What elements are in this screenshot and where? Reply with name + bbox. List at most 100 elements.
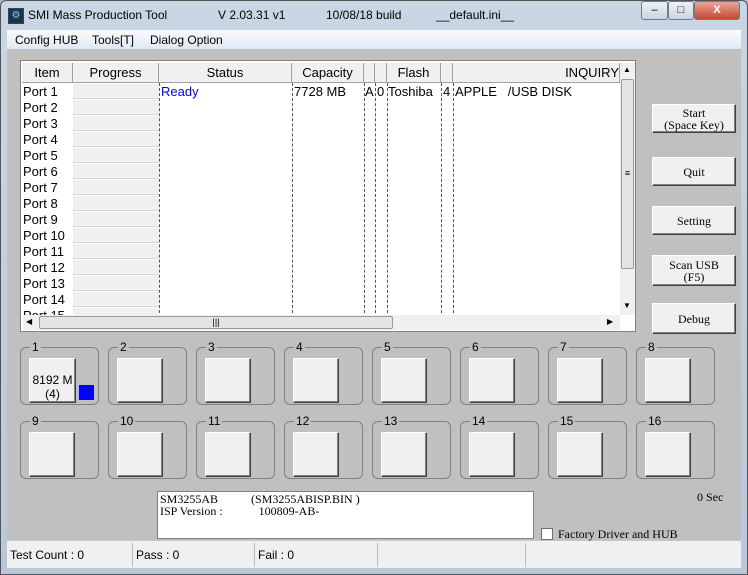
close-button[interactable]: X [694, 1, 740, 20]
port-button[interactable] [29, 432, 75, 477]
port-button[interactable] [557, 358, 603, 403]
progress-bar [73, 116, 159, 131]
scroll-left-icon[interactable]: ◀ [26, 317, 32, 326]
menu-tools[interactable]: Tools[T] [92, 33, 134, 47]
port-group-label: 14 [470, 414, 488, 428]
debug-button[interactable]: Debug [652, 303, 736, 334]
scroll-down-icon[interactable]: ▼ [623, 301, 631, 310]
port-group-10: 10 [108, 414, 187, 479]
header-col6[interactable] [375, 63, 387, 83]
start-label: Start [682, 105, 706, 120]
port-row-label[interactable]: Port 1 [23, 84, 58, 100]
progress-bar [73, 244, 159, 259]
progress-bar [73, 180, 159, 195]
quit-button[interactable]: Quit [652, 157, 736, 186]
header-capacity[interactable]: Capacity [292, 63, 364, 83]
port1-status-indicator [79, 385, 94, 400]
menu-config-hub[interactable]: Config HUB [15, 33, 78, 47]
port-row-label[interactable]: Port 13 [23, 276, 65, 292]
port-button[interactable]: 8192 M (4) [29, 358, 76, 403]
progress-bar [73, 84, 159, 99]
port-button[interactable] [381, 358, 427, 403]
port-list[interactable]: Item Progress Status Capacity Flash INQU… [20, 60, 636, 332]
start-button[interactable]: Start (Space Key) [652, 104, 736, 133]
scroll-right-icon[interactable]: ▶ [607, 317, 613, 326]
port-button[interactable] [117, 432, 163, 477]
port1-col5: A [365, 84, 374, 99]
scroll-up-icon[interactable]: ▲ [623, 65, 631, 74]
port-row-label[interactable]: Port 8 [23, 196, 58, 212]
header-inquiry[interactable]: INQUIRY [453, 63, 620, 83]
progress-bar [73, 196, 159, 211]
port-button[interactable] [205, 358, 251, 403]
port1-count: (4) [45, 387, 60, 401]
header-col8[interactable] [441, 63, 453, 83]
port-row-label[interactable]: Port 9 [23, 212, 58, 228]
progress-bar [73, 228, 159, 243]
port-row-label[interactable]: Port 6 [23, 164, 58, 180]
progress-bar [73, 276, 159, 291]
port-row-label[interactable]: Port 5 [23, 148, 58, 164]
port-row-label[interactable]: Port 3 [23, 116, 58, 132]
port-group-label: 12 [294, 414, 312, 428]
port-group-1: 1 8192 M (4) [20, 340, 99, 405]
port1-flash: Toshiba [388, 84, 433, 99]
port-button[interactable] [381, 432, 427, 477]
port-group-label: 2 [118, 340, 129, 354]
scan-shortcut: (F5) [683, 269, 705, 284]
progress-bar [73, 260, 159, 275]
progress-bar [73, 164, 159, 179]
port-button[interactable] [645, 432, 691, 477]
hscroll-thumb[interactable]: ||| [39, 316, 393, 329]
port1-inquiry: APPLE /USB DISK [455, 84, 573, 99]
port-row-label[interactable]: Port 14 [23, 292, 65, 308]
scroll-thumb[interactable]: ≡ [621, 79, 634, 269]
minimize-button[interactable]: – [641, 1, 668, 20]
factory-driver-checkbox[interactable] [541, 528, 553, 540]
port-group-14: 14 [460, 414, 539, 479]
scan-usb-button[interactable]: Scan USB (F5) [652, 255, 736, 286]
pass-count: Pass : 0 [133, 543, 255, 567]
port-group-label: 8 [646, 340, 657, 354]
port-group-label: 11 [206, 414, 223, 428]
menu-dialog-option[interactable]: Dialog Option [150, 33, 223, 47]
port-button[interactable] [205, 432, 251, 477]
port-group-16: 16 [636, 414, 715, 479]
header-col5[interactable] [364, 63, 375, 83]
horizontal-scrollbar[interactable]: ◀ ||| ▶ [23, 315, 620, 330]
vertical-scrollbar[interactable]: ▲ ≡ ▼ [620, 63, 635, 315]
port-group-8: 8 [636, 340, 715, 405]
port-group-5: 5 [372, 340, 451, 405]
port-group-6: 6 [460, 340, 539, 405]
progress-bar [73, 292, 159, 307]
app-icon: ⚙ [8, 8, 24, 24]
port-button[interactable] [293, 358, 339, 403]
maximize-button[interactable]: □ [668, 1, 694, 20]
port-group-label: 15 [558, 414, 576, 428]
progress-bar [73, 132, 159, 147]
info-line-isp: ISP Version : 100809-AB- [160, 504, 320, 518]
port-row-label[interactable]: Port 7 [23, 180, 58, 196]
menu-bar: Config HUB Tools[T] Dialog Option [7, 30, 741, 50]
setting-button[interactable]: Setting [652, 206, 736, 235]
header-flash[interactable]: Flash [387, 63, 441, 83]
port-button[interactable] [645, 358, 691, 403]
port-group-label: 4 [294, 340, 305, 354]
port-row-label[interactable]: Port 10 [23, 228, 65, 244]
header-progress[interactable]: Progress [73, 63, 159, 83]
port-button[interactable] [293, 432, 339, 477]
port-button[interactable] [557, 432, 603, 477]
header-status[interactable]: Status [159, 63, 292, 83]
status-segment-4 [378, 543, 526, 567]
port-button[interactable] [469, 432, 515, 477]
port-row-label[interactable]: Port 2 [23, 100, 58, 116]
ini-label: __default.ini__ [436, 8, 515, 22]
port-row-label[interactable]: Port 4 [23, 132, 58, 148]
port-row-label[interactable]: Port 11 [23, 244, 64, 260]
fail-count: Fail : 0 [255, 543, 378, 567]
port-row-label[interactable]: Port 12 [23, 260, 65, 276]
port-button[interactable] [117, 358, 163, 403]
header-item[interactable]: Item [22, 63, 73, 83]
port-group-label: 13 [382, 414, 400, 428]
port-button[interactable] [469, 358, 515, 403]
